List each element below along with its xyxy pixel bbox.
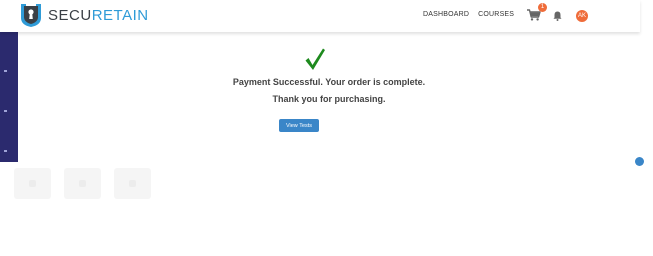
nav-courses-link[interactable]: COURSES bbox=[478, 11, 514, 18]
placeholder-tile bbox=[64, 168, 101, 199]
placeholder-tile bbox=[14, 168, 51, 199]
brand-logo[interactable]: SECURETAIN bbox=[18, 2, 149, 28]
top-navbar: SECURETAIN DASHBOARD COURSES 1 AK bbox=[0, 0, 640, 32]
main-nav: DASHBOARD COURSES bbox=[423, 11, 514, 18]
brand-name: SECURETAIN bbox=[48, 7, 149, 24]
nav-dashboard-link[interactable]: DASHBOARD bbox=[423, 11, 469, 18]
side-navigation bbox=[0, 32, 18, 162]
placeholder-dot bbox=[129, 180, 136, 187]
sidebar-marker[interactable] bbox=[4, 110, 7, 112]
sidebar-marker[interactable] bbox=[4, 70, 7, 72]
payment-result-panel: Payment Successful. Your order is comple… bbox=[18, 32, 640, 162]
checkmark-icon bbox=[305, 48, 325, 70]
bell-icon[interactable] bbox=[553, 11, 562, 21]
shield-keyhole-icon bbox=[21, 4, 41, 27]
thank-you-message: Thank you for purchasing. bbox=[272, 94, 386, 104]
brand-name-part1: SECU bbox=[48, 6, 92, 24]
floating-action-button[interactable] bbox=[635, 157, 644, 166]
user-avatar[interactable]: AK bbox=[576, 10, 588, 22]
payment-success-message: Payment Successful. Your order is comple… bbox=[232, 77, 426, 87]
placeholder-dot bbox=[29, 180, 36, 187]
brand-name-part2: RETAIN bbox=[91, 6, 149, 24]
placeholder-dot bbox=[79, 180, 86, 187]
sidebar-marker[interactable] bbox=[4, 150, 7, 152]
view-tests-button[interactable]: View Tests bbox=[279, 119, 319, 132]
cart-count-badge: 1 bbox=[538, 3, 547, 12]
placeholder-tile bbox=[114, 168, 151, 199]
